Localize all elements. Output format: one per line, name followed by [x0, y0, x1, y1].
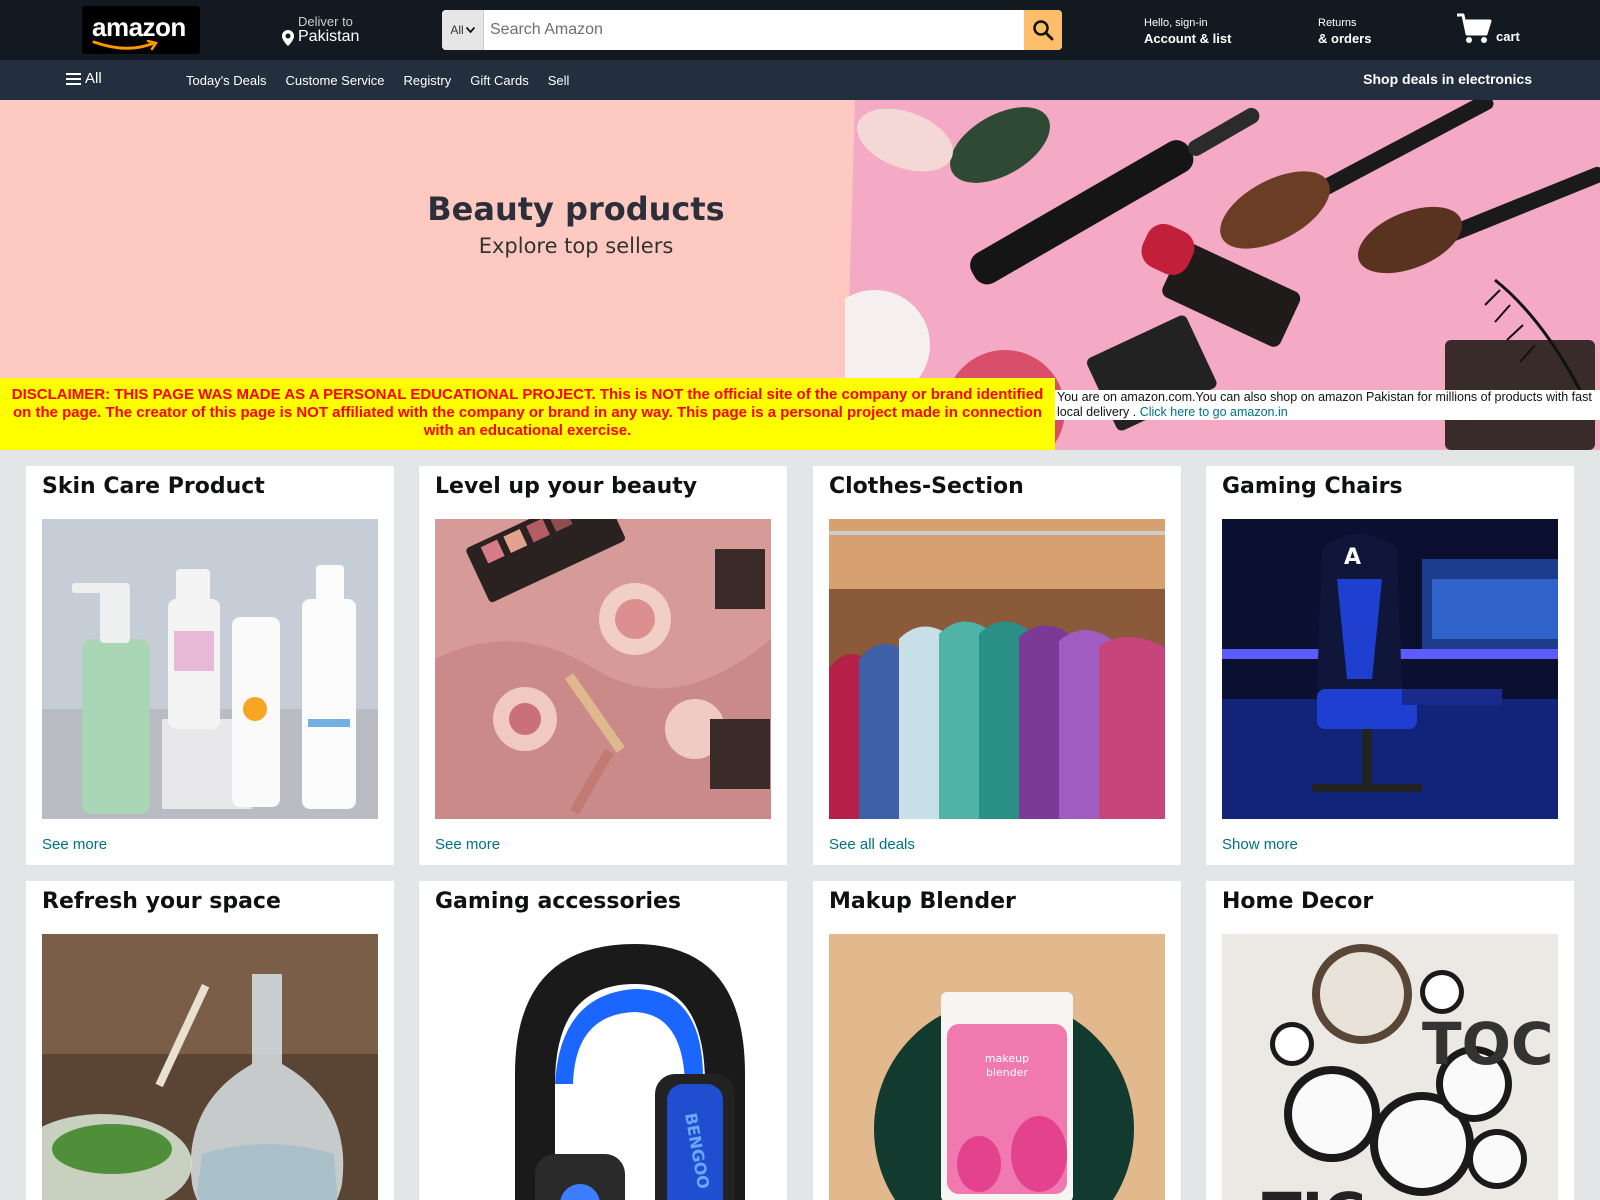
card-title: Clothes-Section — [829, 474, 1024, 499]
card-title: Refresh your space — [42, 889, 281, 914]
svg-text:blender: blender — [986, 1066, 1029, 1079]
card-refresh-space[interactable]: Refresh your space — [26, 881, 394, 1200]
chevron-down-icon — [465, 27, 475, 33]
search-button[interactable] — [1024, 10, 1062, 50]
search-input[interactable] — [484, 10, 1018, 50]
search-category-select[interactable]: All — [442, 10, 484, 50]
card-title: Skin Care Product — [42, 474, 265, 499]
makeup-blender-image: makeup blender — [829, 934, 1165, 1200]
location-pin-icon — [282, 30, 294, 46]
search-icon — [1033, 20, 1054, 41]
nav-link-todays-deals[interactable]: Today's Deals — [186, 73, 267, 88]
search-category-value: All — [450, 23, 464, 37]
sub-navbar: All Today's Deals Custome Service Regist… — [0, 60, 1600, 100]
account-lists[interactable]: Hello, sign-in Account & list — [1144, 17, 1231, 46]
gaming-headset-image: BENGOO — [435, 934, 771, 1200]
card-home-decor[interactable]: Home Decor TOC TIC — [1206, 881, 1574, 1200]
card-skin-care[interactable]: Skin Care Product See more — [26, 466, 394, 865]
account-label: Account & list — [1144, 31, 1232, 46]
svg-text:TIC: TIC — [1262, 1180, 1366, 1200]
orders-label: & orders — [1318, 31, 1372, 46]
all-menu-button[interactable]: All — [66, 70, 102, 87]
clothes-image — [829, 519, 1165, 819]
home-decor-image: TOC TIC — [1222, 934, 1558, 1200]
logo-text: amazon — [92, 12, 186, 42]
refresh-space-image — [42, 934, 378, 1200]
card-title: Gaming Chairs — [1222, 474, 1403, 499]
nav-link-registry[interactable]: Registry — [404, 73, 452, 88]
hamburger-menu-icon — [66, 72, 81, 85]
card-gaming-chairs[interactable]: Gaming Chairs A Show more — [1206, 466, 1574, 865]
see-more-link[interactable]: See more — [435, 836, 500, 853]
cart-button[interactable]: cart — [1456, 12, 1536, 48]
card-beauty[interactable]: Level up your beauty See more — [419, 466, 787, 865]
cart-label: cart — [1496, 29, 1520, 44]
card-makeup-blender[interactable]: Makup Blender makeup blender — [813, 881, 1181, 1200]
amazon-logo[interactable]: amazon — [82, 6, 200, 54]
nav-link-customer-service[interactable]: Custome Service — [286, 73, 385, 88]
deliver-location: Pakistan — [298, 28, 360, 45]
card-title: Home Decor — [1222, 889, 1374, 914]
disclaimer-banner: DISCLAIMER: THIS PAGE WAS MADE AS A PERS… — [0, 378, 1055, 450]
gaming-chair-image: A — [1222, 519, 1558, 819]
svg-text:makeup: makeup — [985, 1052, 1029, 1065]
search-bar: All — [442, 10, 1062, 50]
show-more-link[interactable]: Show more — [1222, 836, 1298, 853]
card-gaming-accessories[interactable]: Gaming accessories BENGOO — [419, 881, 787, 1200]
locale-notice: You are on amazon.com.You can also shop … — [1055, 390, 1600, 420]
deliver-to-label: Deliver to — [298, 14, 353, 29]
locale-notice-text: You are on amazon.com.You can also shop … — [1057, 390, 1592, 419]
card-clothes[interactable]: Clothes-Section See all deals — [813, 466, 1181, 865]
see-all-deals-link[interactable]: See all deals — [829, 836, 915, 853]
returns-orders[interactable]: Returns & orders — [1318, 17, 1371, 46]
card-title: Makup Blender — [829, 889, 1016, 914]
beauty-image — [435, 519, 771, 819]
nav-link-sell[interactable]: Sell — [548, 73, 570, 88]
card-title: Level up your beauty — [435, 474, 698, 499]
account-greeting: Hello, sign-in — [1144, 17, 1208, 29]
cart-icon — [1457, 13, 1492, 43]
skin-care-image — [42, 519, 378, 819]
nav-link-gift-cards[interactable]: Gift Cards — [470, 73, 529, 88]
svg-text:TOC: TOC — [1422, 1010, 1553, 1078]
returns-label: Returns — [1318, 17, 1357, 29]
card-title: Gaming accessories — [435, 889, 681, 914]
svg-text:A: A — [1344, 545, 1361, 570]
see-more-link[interactable]: See more — [42, 836, 107, 853]
top-navbar: amazon Deliver to Pakistan All Hello, si… — [0, 0, 1600, 60]
amazon-smile-icon — [92, 40, 159, 51]
electronics-deals-link[interactable]: Shop deals in electronics — [1363, 71, 1532, 87]
amazon-in-link[interactable]: Click here to go amazon.in — [1140, 405, 1288, 419]
sub-nav-links: Today's Deals Custome Service Registry G… — [186, 73, 569, 88]
all-menu-label: All — [85, 70, 102, 87]
